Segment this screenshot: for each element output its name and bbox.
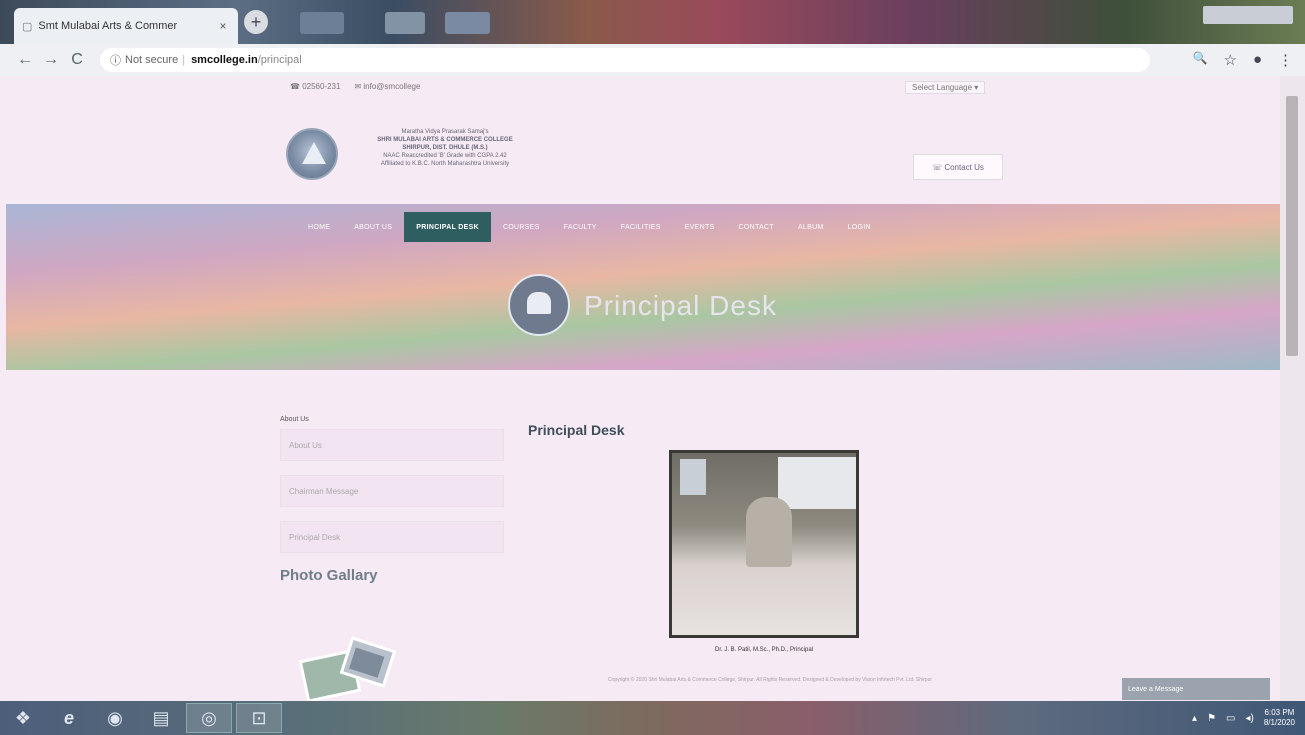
info-icon[interactable]: ⓘ <box>110 52 121 68</box>
photo-caption: Dr. J. B. Patil, M.Sc., Ph.D., Principal <box>714 647 814 653</box>
photo-gallery-icon[interactable] <box>294 634 404 701</box>
college-line: SHRI MULABAI ARTS & COMMERCE COLLEGE <box>377 137 513 143</box>
leave-message-button[interactable]: Leave a Message <box>1122 678 1270 700</box>
college-line: NAAC Reaccredited 'B' Grade with CGPA 2.… <box>383 153 507 159</box>
banner-title: Principal Desk <box>584 290 777 321</box>
sidebar-link-about-us[interactable]: About Us <box>280 429 504 461</box>
menu-icon[interactable]: ⋮ <box>1278 51 1293 69</box>
footer-note: Copyright © 2020 Shri Mulabai Arts & Com… <box>607 677 933 683</box>
site-topbar: ☎ 02560-231 ✉ info@smcollege Select Lang… <box>0 76 1280 98</box>
new-tab-button[interactable]: + <box>244 10 268 34</box>
browser-toolbar: ← → C ⓘ Not secure | smcollege.in/princi… <box>0 44 1305 76</box>
background-tab[interactable] <box>385 12 425 34</box>
nav-faculty[interactable]: FACULTY <box>552 212 609 242</box>
college-logo[interactable] <box>286 128 338 180</box>
address-bar[interactable]: ⓘ Not secure | smcollege.in/principal <box>100 48 1150 72</box>
nav-contact[interactable]: CONTACT <box>727 212 786 242</box>
page-icon: ▢ <box>22 20 33 33</box>
reload-icon[interactable]: C <box>64 51 90 69</box>
bookmark-star-icon[interactable]: ☆ <box>1223 51 1236 69</box>
topbar-phone[interactable]: ☎ 02560-231 <box>290 82 340 91</box>
nav-album[interactable]: ALBUM <box>786 212 836 242</box>
scrollbar-thumb[interactable] <box>1286 96 1298 356</box>
windows-taskbar: ❖ e ◉ ▤ ◎ ⊡ ▴ ⚑ ▭ ◂) 6:03 PM 8/1/2020 <box>0 701 1305 735</box>
file-explorer-icon[interactable]: ▤ <box>138 703 184 733</box>
window-controls[interactable] <box>1203 6 1293 24</box>
sidebar-label: About Us <box>280 416 309 423</box>
page-scrollbar[interactable] <box>1280 76 1305 701</box>
network-icon[interactable]: ▭ <box>1226 713 1235 724</box>
sidebar-link-chairman-message[interactable]: Chairman Message <box>280 475 504 507</box>
nav-login[interactable]: LOGIN <box>836 212 883 242</box>
toolbar-actions: 🔍 ☆ ● ⋮ <box>1193 51 1293 69</box>
site-header: Maratha Vidya Prasarak Samaj's SHRI MULA… <box>0 98 1280 204</box>
clock[interactable]: 6:03 PM 8/1/2020 <box>1264 708 1295 728</box>
flag-icon[interactable]: ⚑ <box>1207 713 1216 724</box>
start-button-icon[interactable]: ❖ <box>0 703 46 733</box>
photo-gallery-title: Photo Gallary <box>280 567 378 584</box>
page-viewport: ☎ 02560-231 ✉ info@smcollege Select Lang… <box>0 76 1280 701</box>
nav-about-us[interactable]: ABOUT US <box>342 212 404 242</box>
system-tray: ▴ ⚑ ▭ ◂) 6:03 PM 8/1/2020 <box>1192 708 1305 728</box>
tab-title: Smt Mulabai Arts & Commer <box>38 20 178 32</box>
language-select[interactable]: Select Language ▾ <box>905 81 986 94</box>
url-path: /principal <box>257 54 302 66</box>
nav-events[interactable]: EVENTS <box>673 212 727 242</box>
background-tab[interactable] <box>445 12 490 34</box>
zoom-icon[interactable]: 🔍 <box>1193 51 1208 69</box>
nav-facilities[interactable]: FACILITIES <box>609 212 673 242</box>
browser-tab-strip: ▢ Smt Mulabai Arts & Commer × + <box>0 0 1305 44</box>
security-label: Not secure <box>125 54 179 66</box>
internet-explorer-icon[interactable]: e <box>46 703 92 733</box>
sidebar: About Us About Us Chairman Message Princ… <box>280 416 504 701</box>
college-line: SHIRPUR, DIST. DHULE (M.S.) <box>402 145 488 151</box>
app-icon[interactable]: ⊡ <box>236 703 282 733</box>
media-player-icon[interactable]: ◉ <box>92 703 138 733</box>
nav-principal-desk[interactable]: PRINCIPAL DESK <box>404 212 491 242</box>
college-name-block: Maratha Vidya Prasarak Samaj's SHRI MULA… <box>345 128 545 168</box>
page-banner: HOME ABOUT US PRINCIPAL DESK COURSES FAC… <box>6 204 1280 370</box>
volume-icon[interactable]: ◂) <box>1246 713 1254 724</box>
browser-tab[interactable]: ▢ Smt Mulabai Arts & Commer × <box>14 8 238 44</box>
clock-date: 8/1/2020 <box>1263 718 1295 727</box>
back-icon[interactable]: ← <box>12 51 38 69</box>
principal-desk-icon <box>508 274 570 336</box>
contact-us-button[interactable]: ☏ Contact Us <box>913 154 1003 180</box>
main-title: Principal Desk <box>528 422 625 438</box>
clock-time: 6:03 PM <box>1264 708 1295 717</box>
url-host: smcollege.in <box>191 54 258 66</box>
chrome-icon[interactable]: ◎ <box>186 703 232 733</box>
college-line: Maratha Vidya Prasarak Samaj's <box>401 129 489 135</box>
main-nav: HOME ABOUT US PRINCIPAL DESK COURSES FAC… <box>296 212 883 242</box>
profile-icon[interactable]: ● <box>1253 51 1262 69</box>
background-tab[interactable] <box>300 12 344 34</box>
nav-home[interactable]: HOME <box>296 212 342 242</box>
separator: | <box>182 54 186 66</box>
tray-expand-icon[interactable]: ▴ <box>1192 713 1197 724</box>
forward-icon[interactable]: → <box>38 51 64 69</box>
close-tab-icon[interactable]: × <box>216 19 230 33</box>
principal-photo <box>669 450 859 638</box>
topbar-email[interactable]: ✉ info@smcollege <box>354 82 420 91</box>
nav-courses[interactable]: COURSES <box>491 212 552 242</box>
college-line: Affiliated to K.B.C. North Maharashtra U… <box>380 161 510 167</box>
sidebar-link-principal-desk[interactable]: Principal Desk <box>280 521 504 553</box>
